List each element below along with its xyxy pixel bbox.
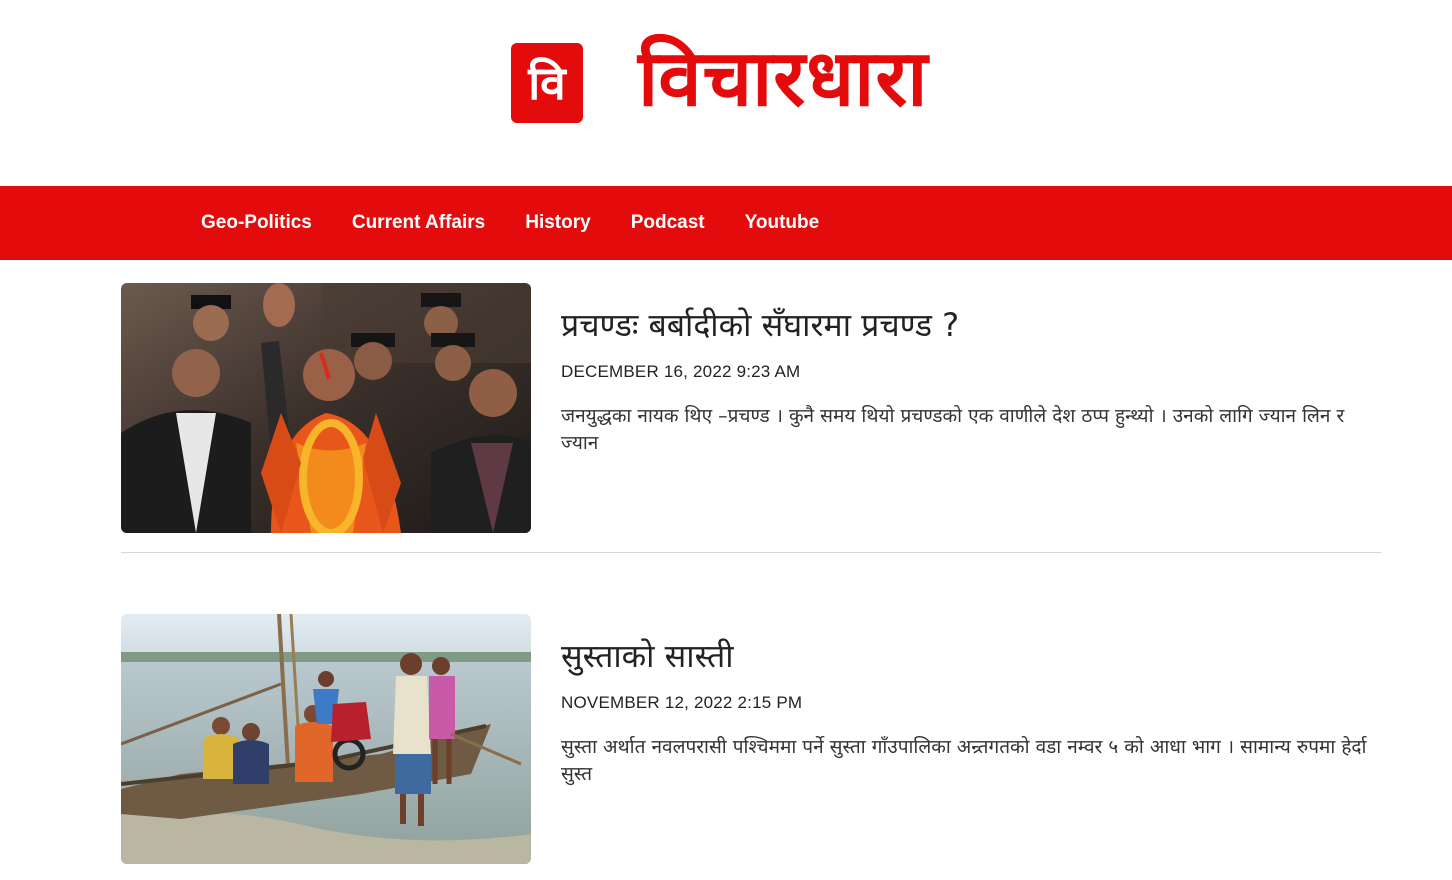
nav-item-history[interactable]: History <box>525 212 590 233</box>
main-nav: Geo-Politics Current Affairs History Pod… <box>0 186 1452 260</box>
article-card: सुस्ताको सास्ती NOVEMBER 12, 2022 2:15 P… <box>121 614 1381 866</box>
site-logo[interactable]: वि <box>511 43 583 123</box>
nav-item-podcast[interactable]: Podcast <box>631 212 705 233</box>
article-thumbnail[interactable] <box>121 614 531 864</box>
site-header: वि विचारधारा <box>0 0 1452 186</box>
article-thumbnail[interactable] <box>121 283 531 533</box>
article-divider <box>121 552 1381 553</box>
article-title[interactable]: सुस्ताको सास्ती <box>561 636 1381 676</box>
politician-photo <box>121 283 531 533</box>
article-title[interactable]: प्रचण्डः बर्बादीको सँघारमा प्रचण्ड ? <box>561 305 1381 345</box>
article-card: प्रचण्डः बर्बादीको सँघारमा प्रचण्ड ? DEC… <box>121 283 1381 535</box>
nav-list: Geo-Politics Current Affairs History Pod… <box>201 186 819 260</box>
river-boat-photo <box>121 614 531 864</box>
article-excerpt: जनयुद्धका नायक थिए –प्रचण्ड । कुनै समय थ… <box>561 405 1345 454</box>
nav-item-current-affairs[interactable]: Current Affairs <box>352 212 485 233</box>
site-title[interactable]: विचारधारा <box>638 24 928 134</box>
logo-glyph: वि <box>528 56 566 110</box>
article-date: NOVEMBER 12, 2022 2:15 PM <box>561 693 803 712</box>
article-excerpt: सुस्ता अर्थात नवलपरासी पश्चिममा पर्ने सु… <box>561 736 1367 785</box>
nav-item-youtube[interactable]: Youtube <box>745 212 820 233</box>
nav-item-geo-politics[interactable]: Geo-Politics <box>201 212 312 233</box>
article-date: DECEMBER 16, 2022 9:23 AM <box>561 362 801 381</box>
